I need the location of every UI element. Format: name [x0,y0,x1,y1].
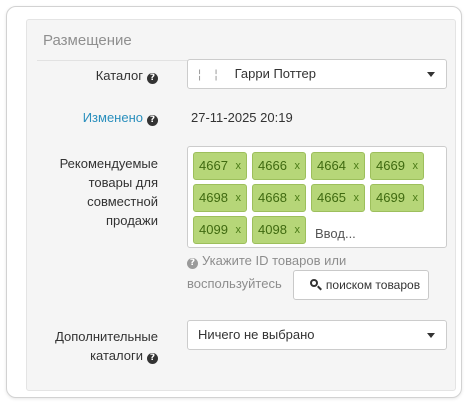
help-text-1: Укажите ID товаров или [202,253,347,268]
caret-down-icon [427,333,435,338]
modified-value: 27-11-2025 20:19 [191,110,293,125]
search-icon [309,279,322,291]
extra-catalogs-label-line: каталоги [90,348,143,363]
question-circle-icon: ? [187,258,198,269]
product-tag-id: 4668 [258,190,287,205]
catalog-select-value: Гарри Поттер [234,66,316,81]
tag-remove-icon[interactable]: x [236,217,242,243]
product-tag: 4669 x [370,152,424,180]
card-frame: Размещение Каталог? ¦ ¦ Гарри Поттер Изме… [6,6,462,398]
product-tag: 4099 x [193,216,247,244]
tag-remove-icon[interactable]: x [354,153,360,179]
search-products-label: поиском товаров [325,278,421,292]
question-circle-icon[interactable]: ? [147,115,158,126]
product-tag-id: 4698 [199,190,228,205]
tag-remove-icon[interactable]: x [413,185,419,211]
recommended-label: Рекомендуемые товары для совместной прод… [37,154,158,230]
catalog-label: Каталог [95,68,143,83]
placement-fieldset: Размещение Каталог? ¦ ¦ Гарри Поттер Изме… [26,19,456,391]
caret-down-icon [427,72,435,77]
product-tag-id: 4666 [258,158,287,173]
product-tag: 4666 x [252,152,306,180]
recommended-label-line: продажи [106,213,158,228]
product-tag-id: 4664 [317,158,346,173]
recommended-label-line: товары для [88,175,158,190]
product-tag: 4667 x [193,152,247,180]
tag-remove-icon[interactable]: x [295,217,301,243]
question-circle-icon[interactable]: ? [147,73,158,84]
tag-remove-icon[interactable]: x [295,153,301,179]
tag-remove-icon[interactable]: x [413,153,419,179]
tag-remove-icon[interactable]: x [236,185,242,211]
recommended-tag-input[interactable]: 4667 x 4666 x 4664 x 4669 x 4698 x 4668 x 4665… [187,146,447,248]
catalog-label-row: Каталог? [37,66,158,85]
product-tag-id: 4667 [199,158,228,173]
help-text-2: воспользуйтесь [187,276,282,291]
extra-catalogs-select-value: Ничего не выбрано [198,327,315,342]
tag-remove-icon[interactable]: x [295,185,301,211]
tag-remove-icon[interactable]: x [236,153,242,179]
product-tag-id: 4699 [376,190,405,205]
product-tag-id: 4098 [258,222,287,237]
product-tag: 4098 x [252,216,306,244]
tag-remove-icon[interactable]: x [354,185,360,211]
product-tag: 4698 x [193,184,247,212]
catalog-select[interactable]: ¦ ¦ Гарри Поттер [187,59,447,89]
product-tag: 4668 x [252,184,306,212]
section-legend: Размещение [43,32,132,49]
product-tag-id: 4665 [317,190,346,205]
product-tag: 4664 x [311,152,365,180]
tree-indent-marks: ¦ ¦ [198,67,223,81]
product-tag: 4665 x [311,184,365,212]
modified-label-link[interactable]: Изменено [83,110,143,125]
modified-label-row: Изменено? [37,108,158,127]
search-products-button[interactable]: поиском товаров [293,270,429,300]
product-tag-id: 4099 [199,222,228,237]
recommended-label-line: Рекомендуемые [59,156,158,171]
product-tag: 4699 x [370,184,424,212]
extra-catalogs-label: Дополнительные каталоги? [37,327,158,365]
tag-text-input[interactable] [315,223,435,243]
recommended-help-line1: ? Укажите ID товаров или [187,249,346,272]
recommended-label-line: совместной [87,194,158,209]
extra-catalogs-select[interactable]: Ничего не выбрано [187,320,447,350]
product-tag-id: 4669 [376,158,405,173]
extra-catalogs-label-line: Дополнительные [55,329,158,344]
question-circle-icon[interactable]: ? [147,353,158,364]
